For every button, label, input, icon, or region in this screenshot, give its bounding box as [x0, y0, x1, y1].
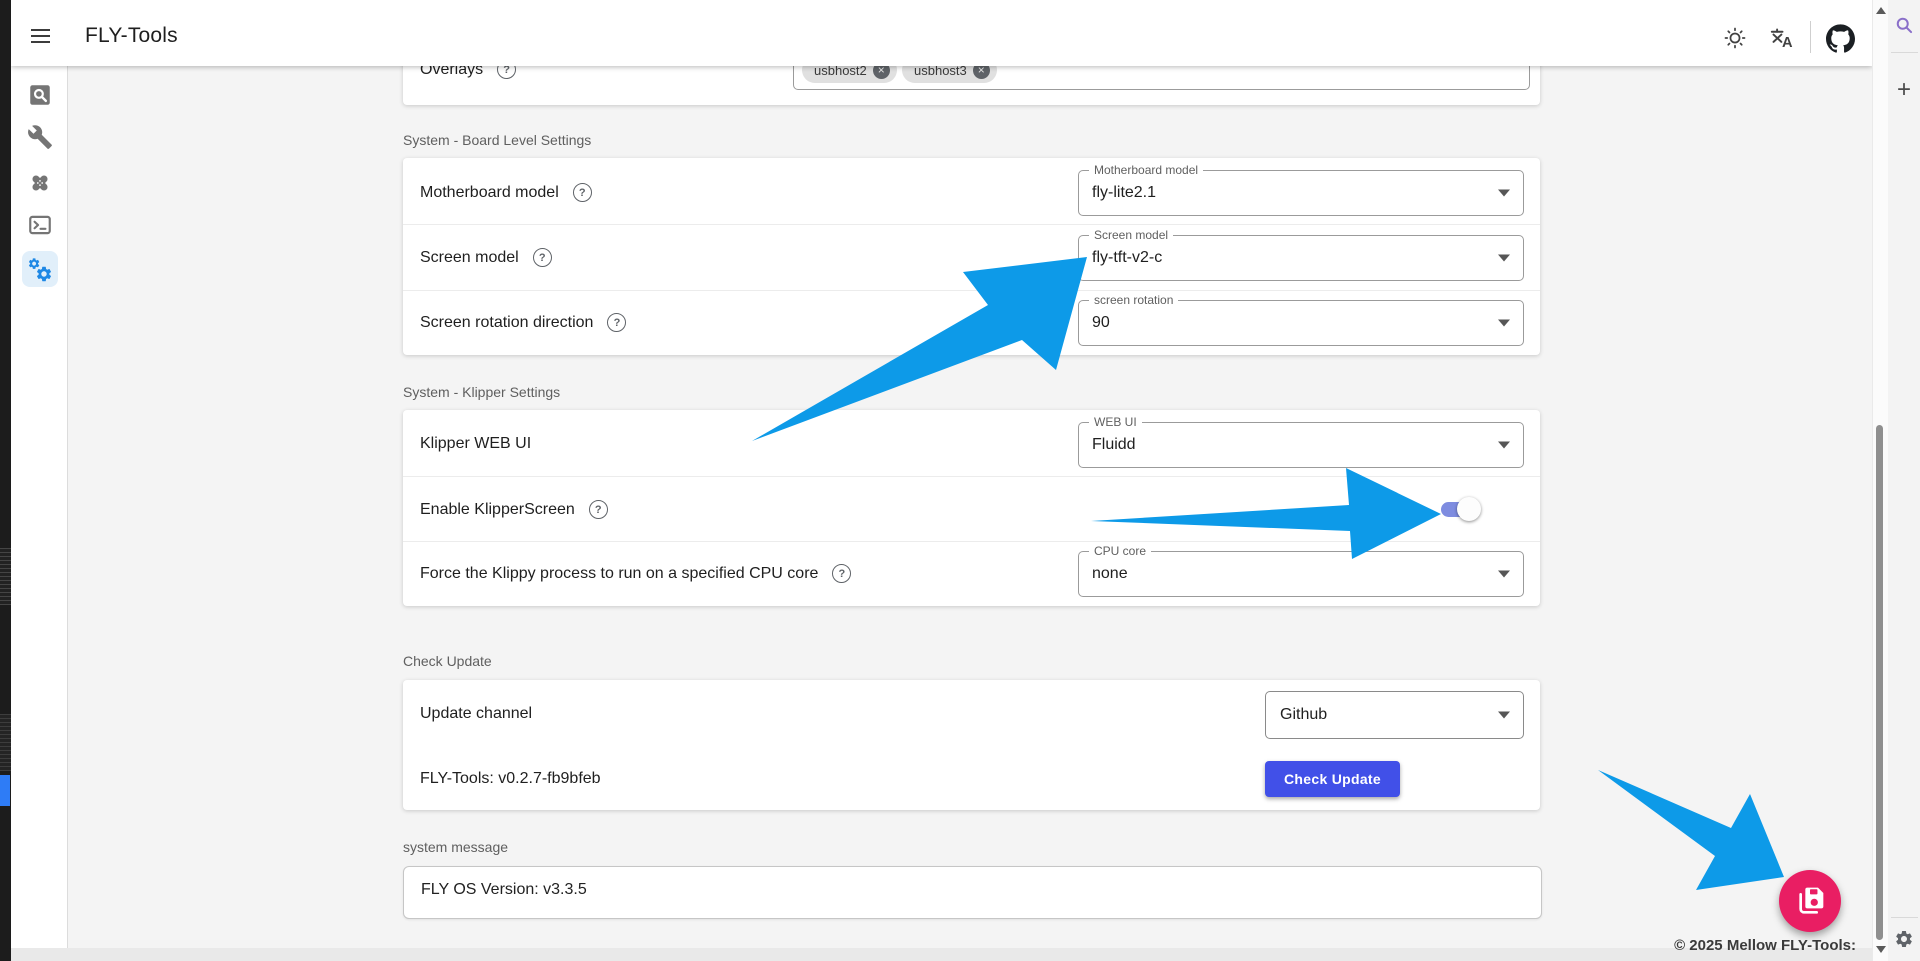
field-value: fly-lite2.1	[1092, 184, 1156, 202]
brightness-icon[interactable]	[1719, 22, 1751, 54]
update-channel-select[interactable]: Github	[1265, 691, 1524, 739]
search-icon[interactable]	[1892, 13, 1916, 37]
screen-rotation-row-label: Screen rotation direction ?	[420, 313, 626, 332]
section-title-klipper: System - Klipper Settings	[403, 384, 560, 400]
row-label-text: Screen model	[420, 249, 519, 267]
field-value: Github	[1280, 706, 1327, 724]
scrollbar-up-arrow-icon[interactable]	[1876, 7, 1886, 14]
sidebar-item-file-search[interactable]	[22, 77, 58, 113]
settings-gear-icon[interactable]	[1892, 927, 1916, 951]
section-title-update: Check Update	[403, 653, 492, 669]
appbar-divider	[1810, 21, 1811, 53]
dock-item-thumbnail	[0, 714, 11, 771]
row-divider	[403, 290, 1540, 291]
row-label-text: Klipper WEB UI	[420, 435, 531, 453]
help-icon[interactable]: ?	[589, 500, 608, 519]
dropdown-caret-icon	[1498, 712, 1510, 719]
section-title-board: System - Board Level Settings	[403, 132, 591, 148]
app-bar	[11, 0, 1872, 66]
wrench-icon	[27, 124, 53, 150]
save-all-icon	[1794, 885, 1826, 917]
hamburger-menu-icon[interactable]	[31, 29, 50, 43]
sidebar-item-tools[interactable]	[22, 119, 58, 155]
svg-text:A: A	[1781, 34, 1792, 50]
row-divider	[403, 224, 1540, 225]
rail-divider	[1891, 917, 1918, 918]
dropdown-caret-icon	[1498, 320, 1510, 327]
system-message-text: FLY OS Version: v3.3.5	[421, 881, 587, 899]
screen-rotation-select[interactable]: screen rotation 90	[1078, 300, 1524, 346]
dropdown-caret-icon	[1498, 571, 1510, 578]
sidebar-item-settings[interactable]	[22, 251, 58, 287]
field-value: fly-tft-v2-c	[1092, 249, 1162, 267]
footer-copyright: © 2025 Mellow FLY-Tools:	[1500, 937, 1856, 954]
bandage-icon	[27, 170, 53, 196]
sidebar-item-patch[interactable]	[22, 165, 58, 201]
translate-icon[interactable]: A	[1766, 22, 1798, 54]
klipperscreen-row-label: Enable KlipperScreen ?	[420, 500, 608, 519]
klipperscreen-switch-thumb[interactable]	[1457, 497, 1481, 521]
row-label-text: Screen rotation direction	[420, 314, 593, 332]
file-search-icon	[27, 82, 53, 108]
version-text: FLY-Tools: v0.2.7-fb9bfeb	[420, 770, 601, 788]
browser-side-rail	[1888, 0, 1920, 961]
sidebar-item-terminal[interactable]	[22, 207, 58, 243]
row-label-text: Enable KlipperScreen	[420, 501, 575, 519]
help-icon[interactable]: ?	[607, 313, 626, 332]
settings-gears-icon	[26, 255, 54, 283]
scrollbar-down-arrow-icon[interactable]	[1876, 946, 1886, 953]
check-update-button[interactable]: Check Update	[1265, 761, 1400, 797]
new-tab-icon[interactable]: +	[1892, 76, 1916, 104]
row-label-text: Motherboard model	[420, 184, 559, 202]
update-channel-label: Update channel	[420, 705, 532, 723]
web-ui-row-label: Klipper WEB UI	[420, 435, 531, 453]
field-value: none	[1092, 565, 1128, 583]
field-value: 90	[1092, 314, 1110, 332]
help-icon[interactable]: ?	[533, 248, 552, 267]
help-icon[interactable]: ?	[573, 183, 592, 202]
motherboard-model-select[interactable]: Motherboard model fly-lite2.1	[1078, 170, 1524, 216]
rail-divider	[1891, 52, 1918, 53]
field-label: WEB UI	[1089, 416, 1142, 429]
left-dock-strip	[0, 0, 11, 961]
fly-tools-version: FLY-Tools: v0.2.7-fb9bfeb	[420, 770, 601, 788]
cpu-core-row-label: Force the Klippy process to run on a spe…	[420, 564, 851, 583]
row-divider	[403, 541, 1540, 542]
motherboard-row-label: Motherboard model ?	[420, 183, 592, 202]
save-fab-button[interactable]	[1779, 870, 1841, 932]
row-divider	[403, 476, 1540, 477]
help-icon[interactable]: ?	[832, 564, 851, 583]
github-icon[interactable]	[1824, 22, 1856, 54]
dropdown-caret-icon	[1498, 190, 1510, 197]
app-title: FLY-Tools	[85, 24, 178, 48]
row-label-text: Force the Klippy process to run on a spe…	[420, 565, 818, 583]
scrollbar-thumb[interactable]	[1876, 425, 1883, 940]
screen-model-select[interactable]: Screen model fly-tft-v2-c	[1078, 235, 1524, 281]
web-ui-select[interactable]: WEB UI Fluidd	[1078, 422, 1524, 468]
field-label: Screen model	[1089, 229, 1173, 242]
field-value: Fluidd	[1092, 436, 1136, 454]
field-label: screen rotation	[1089, 294, 1178, 307]
row-label-text: Update channel	[420, 705, 532, 723]
field-label: Motherboard model	[1089, 164, 1203, 177]
dropdown-caret-icon	[1498, 442, 1510, 449]
dock-active-item[interactable]	[0, 775, 10, 806]
dock-item-thumbnail	[0, 548, 11, 605]
section-title-message: system message	[403, 839, 508, 855]
dropdown-caret-icon	[1498, 255, 1510, 262]
screen-model-row-label: Screen model ?	[420, 248, 552, 267]
cpu-core-select[interactable]: CPU core none	[1078, 551, 1524, 597]
field-label: CPU core	[1089, 545, 1151, 558]
terminal-icon	[27, 212, 53, 238]
